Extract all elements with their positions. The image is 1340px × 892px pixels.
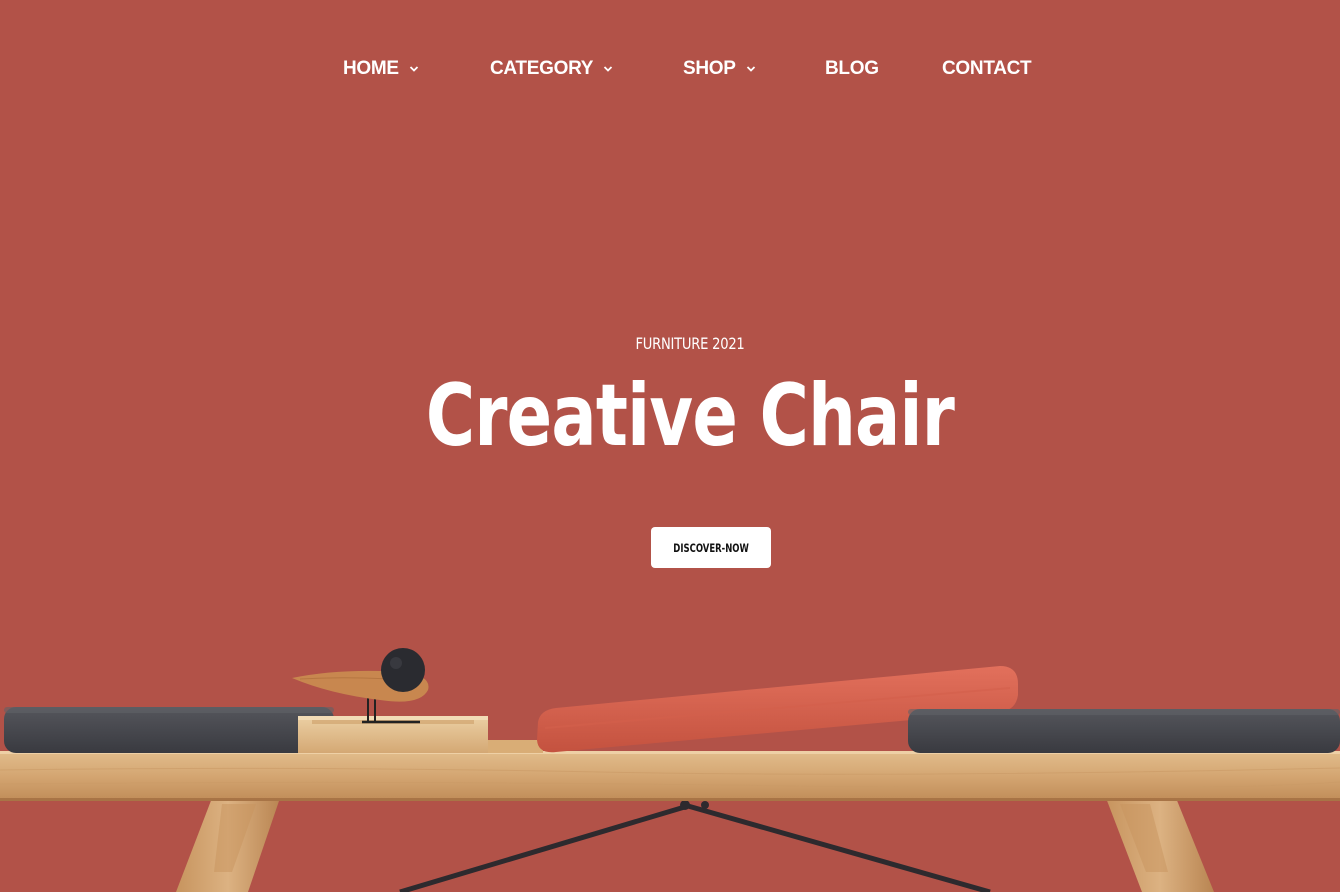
nav-item-home[interactable]: HOME bbox=[343, 54, 419, 84]
discover-now-button[interactable]: DISCOVER-NOW bbox=[651, 527, 771, 568]
hero-bench-image bbox=[0, 648, 1340, 892]
chevron-down-icon bbox=[409, 66, 418, 72]
hero-title: Creative Chair bbox=[425, 366, 955, 466]
nav-item-category[interactable]: CATEGORY bbox=[490, 54, 613, 84]
nav-item-label: SHOP bbox=[683, 58, 736, 79]
main-navigation: HOME CATEGORY SHOP BLOG CONTACT bbox=[0, 54, 1340, 84]
chevron-down-icon bbox=[746, 66, 755, 72]
nav-item-label: CONTACT bbox=[942, 58, 1032, 79]
nav-item-label: BLOG bbox=[825, 58, 879, 79]
chevron-down-icon bbox=[604, 66, 613, 72]
hero-subtitle: FURNITURE 2021 bbox=[635, 334, 745, 353]
nav-item-shop[interactable]: SHOP bbox=[683, 54, 756, 84]
nav-item-contact[interactable]: CONTACT bbox=[942, 54, 1032, 84]
nav-item-label: HOME bbox=[343, 58, 399, 79]
discover-now-button-label: DISCOVER-NOW bbox=[673, 540, 749, 555]
nav-item-blog[interactable]: BLOG bbox=[825, 54, 879, 84]
nav-item-label: CATEGORY bbox=[490, 58, 594, 79]
